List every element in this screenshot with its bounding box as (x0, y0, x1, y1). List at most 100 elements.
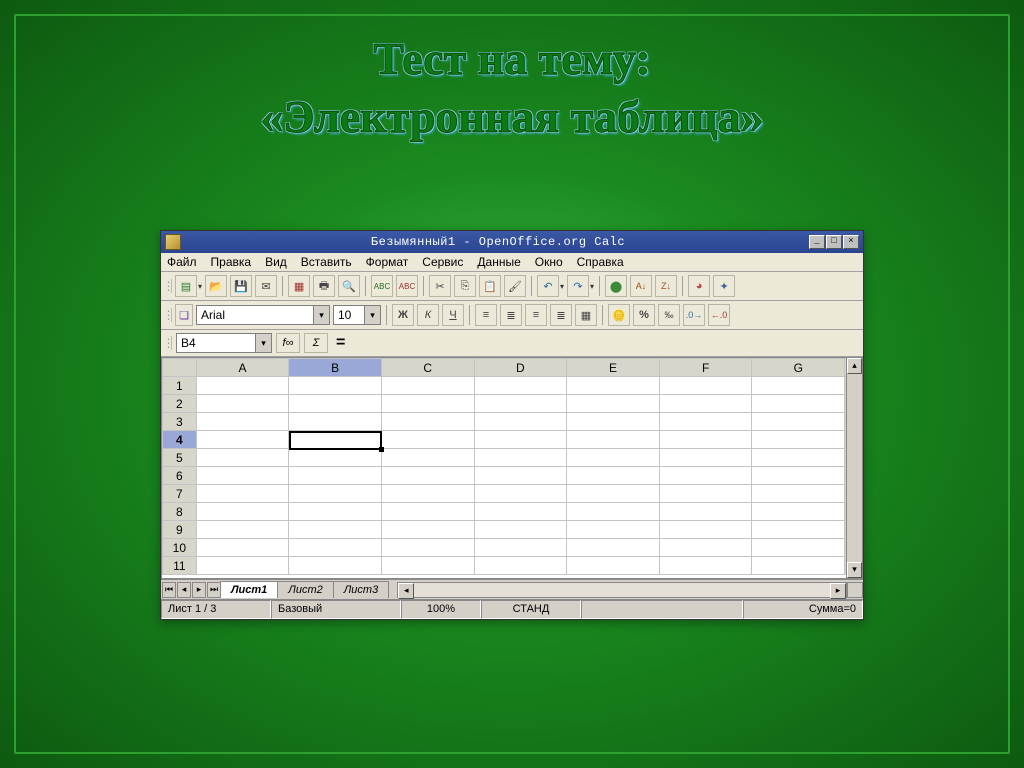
cell-C6[interactable] (381, 467, 474, 485)
bold-button[interactable]: Ж (392, 304, 414, 326)
menu-format[interactable]: Формат (366, 255, 409, 269)
cell-E2[interactable] (567, 395, 660, 413)
cell-G5[interactable] (752, 449, 845, 467)
row-header-8[interactable]: 8 (163, 503, 197, 521)
cell-G6[interactable] (752, 467, 845, 485)
merge-cells-icon[interactable]: ▦ (575, 304, 597, 326)
add-decimal-icon[interactable]: .0→ (683, 304, 705, 326)
cell-D3[interactable] (474, 413, 567, 431)
standard-format-icon[interactable]: ‰ (658, 304, 680, 326)
row-header-2[interactable]: 2 (163, 395, 197, 413)
row-header-6[interactable]: 6 (163, 467, 197, 485)
equals-button[interactable]: = (332, 334, 349, 352)
chevron-down-icon[interactable]: ▾ (313, 306, 329, 324)
chart-icon[interactable]: ◕ (688, 275, 710, 297)
toolbar-grip-icon[interactable] (166, 336, 172, 350)
menu-data[interactable]: Данные (477, 255, 520, 269)
menu-help[interactable]: Справка (577, 255, 624, 269)
cell-G9[interactable] (752, 521, 845, 539)
column-header-A[interactable]: A (196, 359, 289, 377)
row-header-11[interactable]: 11 (163, 557, 197, 575)
cell-C1[interactable] (381, 377, 474, 395)
cell-E6[interactable] (567, 467, 660, 485)
cell-G4[interactable] (752, 431, 845, 449)
toolbar-grip-icon[interactable] (166, 308, 172, 322)
cell-D7[interactable] (474, 485, 567, 503)
cell-B11[interactable] (289, 557, 382, 575)
spreadsheet-grid[interactable]: ABCDEFG1234567891011 ▴ ▾ (161, 357, 863, 579)
format-paint-icon[interactable]: 🖌 (504, 275, 526, 297)
cell-C4[interactable] (381, 431, 474, 449)
cell-F5[interactable] (659, 449, 752, 467)
export-pdf-icon[interactable]: ▦ (288, 275, 310, 297)
cell-A9[interactable] (196, 521, 289, 539)
row-header-1[interactable]: 1 (163, 377, 197, 395)
cell-A6[interactable] (196, 467, 289, 485)
cell-F2[interactable] (659, 395, 752, 413)
remove-decimal-icon[interactable]: ←.0 (708, 304, 730, 326)
cell-D2[interactable] (474, 395, 567, 413)
currency-icon[interactable]: 🪙 (608, 304, 630, 326)
styles-icon[interactable]: ❏ (175, 304, 193, 326)
scroll-left-icon[interactable]: ◂ (398, 583, 414, 599)
cell-G2[interactable] (752, 395, 845, 413)
status-pagestyle[interactable]: Базовый (271, 600, 401, 619)
fill-handle-icon[interactable] (379, 447, 384, 452)
scroll-down-icon[interactable]: ▾ (847, 562, 862, 578)
font-name-combo[interactable]: Arial ▾ (196, 305, 330, 325)
cell-A2[interactable] (196, 395, 289, 413)
autospell-icon[interactable]: ABC (396, 275, 418, 297)
cell-C11[interactable] (381, 557, 474, 575)
horizontal-scrollbar[interactable]: ◂ ▸ (397, 582, 847, 598)
cell-D9[interactable] (474, 521, 567, 539)
print-preview-icon[interactable]: 🔍 (338, 275, 360, 297)
navigator-icon[interactable]: ✦ (713, 275, 735, 297)
percent-icon[interactable]: % (633, 304, 655, 326)
select-all-corner[interactable] (163, 359, 197, 377)
new-doc-icon[interactable]: ▤ (175, 275, 197, 297)
cell-C5[interactable] (381, 449, 474, 467)
chevron-down-icon[interactable]: ▾ (364, 306, 380, 324)
status-sum[interactable]: Сумма=0 (743, 600, 863, 619)
cell-D1[interactable] (474, 377, 567, 395)
window-titlebar[interactable]: Безымянный1 - OpenOffice.org Calc _ □ × (161, 231, 863, 253)
cell-C10[interactable] (381, 539, 474, 557)
cell-D4[interactable] (474, 431, 567, 449)
menu-edit[interactable]: Правка (211, 255, 252, 269)
chevron-down-icon[interactable]: ▾ (198, 282, 202, 291)
row-header-10[interactable]: 10 (163, 539, 197, 557)
font-size-combo[interactable]: 10 ▾ (333, 305, 381, 325)
cell-E9[interactable] (567, 521, 660, 539)
cell-F10[interactable] (659, 539, 752, 557)
cell-G3[interactable] (752, 413, 845, 431)
scroll-up-icon[interactable]: ▴ (847, 358, 862, 374)
chevron-down-icon[interactable]: ▾ (590, 282, 594, 291)
save-icon[interactable]: 💾 (230, 275, 252, 297)
cell-B7[interactable] (289, 485, 382, 503)
cell-E11[interactable] (567, 557, 660, 575)
column-header-G[interactable]: G (752, 359, 845, 377)
cell-B5[interactable] (289, 449, 382, 467)
cell-B4[interactable] (289, 431, 382, 449)
redo-icon[interactable]: ↷ (567, 275, 589, 297)
cell-E5[interactable] (567, 449, 660, 467)
sheet-tab-1[interactable]: Лист1 (220, 581, 278, 598)
menu-view[interactable]: Вид (265, 255, 287, 269)
menu-insert[interactable]: Вставить (301, 255, 352, 269)
column-header-E[interactable]: E (567, 359, 660, 377)
cell-E7[interactable] (567, 485, 660, 503)
sheet-tab-2[interactable]: Лист2 (277, 581, 333, 598)
cell-C7[interactable] (381, 485, 474, 503)
print-icon[interactable]: 🖶 (313, 275, 335, 297)
cell-A8[interactable] (196, 503, 289, 521)
scroll-right-icon[interactable]: ▸ (830, 583, 846, 599)
cell-C2[interactable] (381, 395, 474, 413)
cell-E3[interactable] (567, 413, 660, 431)
align-center-icon[interactable]: ≣ (500, 304, 522, 326)
name-box[interactable]: B4 ▾ (176, 333, 272, 353)
cell-A1[interactable] (196, 377, 289, 395)
cell-D6[interactable] (474, 467, 567, 485)
sort-desc-icon[interactable]: Z↓ (655, 275, 677, 297)
status-insertmode[interactable]: СТАНД (481, 600, 581, 619)
cell-B9[interactable] (289, 521, 382, 539)
